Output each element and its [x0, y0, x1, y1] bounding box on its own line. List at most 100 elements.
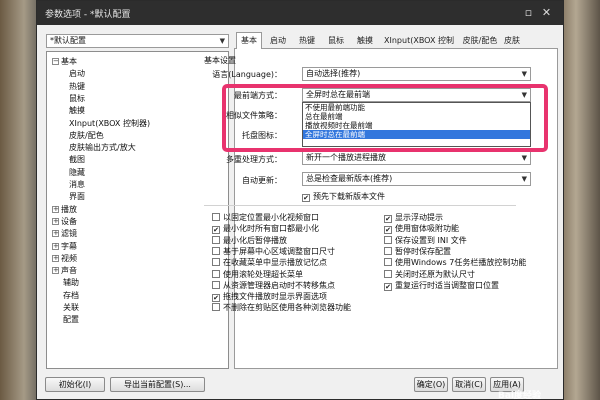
tree-item-label: 隐藏	[69, 167, 85, 177]
tree-item[interactable]: 热键	[69, 81, 85, 92]
tree-item[interactable]: 关联	[52, 302, 79, 313]
checkbox-label: 关闭时还原为默认尺寸	[395, 269, 475, 279]
collapse-icon[interactable]: −	[52, 58, 59, 65]
tree-item-label: 播放	[61, 204, 77, 214]
checkbox-label: 基于屏幕中心区域调整窗口尺寸	[223, 246, 335, 256]
checkbox-empty-icon	[212, 269, 220, 278]
tree-item[interactable]: 界面	[69, 191, 85, 202]
option-checkbox[interactable]: 最小化后暂停播放	[212, 235, 287, 246]
option-checkbox[interactable]: ✔ 重复运行时适当调整窗口位置	[384, 281, 499, 291]
language-select[interactable]: 自动选择(推荐) ▼	[302, 67, 531, 81]
tree-item[interactable]: + 声音	[52, 265, 77, 276]
tab-3[interactable]: 鼠标	[323, 34, 349, 48]
multi-process-select[interactable]: 新开一个播放进程播放 ▼	[302, 151, 531, 165]
checkbox-empty-icon	[384, 269, 392, 278]
option-checkbox[interactable]: 使用Windows 7任务栏播放控制功能	[384, 258, 526, 268]
tree-item-label: 声音	[61, 266, 77, 276]
tab-7[interactable]: 皮肤	[503, 34, 521, 48]
cancel-button[interactable]: 取消(C)	[452, 377, 486, 392]
option-checkbox[interactable]: 在收藏菜单中显示播放记忆点	[212, 258, 327, 268]
expand-icon[interactable]: +	[52, 230, 59, 238]
tab-0[interactable]: 基本	[236, 32, 262, 49]
tree-item[interactable]: + 设备	[52, 216, 77, 227]
tree-item-label: 皮肤输出方式/放大	[69, 143, 136, 153]
checkbox-check-icon: ✔	[212, 294, 220, 303]
tree-item[interactable]: 触摸	[69, 105, 85, 116]
tree-item-label: 界面	[69, 192, 85, 202]
tree-item[interactable]: + 字幕	[52, 241, 77, 252]
tree-item-label: 基本	[61, 57, 77, 66]
tab-5[interactable]: XInput(XBOX 控制器)	[381, 34, 457, 58]
tree-item-label: 截图	[69, 155, 85, 165]
option-checkbox[interactable]: ✔ 最小化时所有窗口都最小化	[212, 224, 319, 235]
tree-item[interactable]: 启动	[69, 68, 85, 79]
option-checkbox[interactable]: ✔ 显示浮动提示	[384, 213, 443, 223]
tree-item[interactable]: 隐藏	[69, 167, 85, 178]
auto-update-select[interactable]: 总是检查最新版本(推荐) ▼	[302, 172, 531, 186]
tree-item-label: 消息	[69, 180, 85, 189]
settings-tree[interactable]: − 基本 启动 热键 鼠标 触摸 XInput(XBOX 控制器) 皮肤/配色 皮肤输出方式/放…	[46, 51, 229, 369]
tree-item[interactable]: 存档	[52, 290, 79, 301]
checkbox-empty-icon	[212, 213, 220, 221]
tree-item[interactable]: XInput(XBOX 控制器)	[69, 118, 150, 129]
tab-1[interactable]: 启动	[265, 34, 291, 48]
tree-item-label: 配置	[63, 315, 79, 325]
init-button[interactable]: 初始化(I)	[45, 377, 105, 392]
option-checkbox[interactable]: 暂停时保存配置	[384, 246, 451, 257]
option-checkbox[interactable]: 关闭时还原为默认尺寸	[384, 269, 475, 280]
profile-select[interactable]: *默认配置 ▼	[46, 34, 229, 48]
option-checkbox[interactable]: 不删除在剪贴区使用各种浏览器功能	[212, 303, 351, 313]
expand-icon[interactable]: +	[52, 254, 59, 262]
option-checkbox[interactable]: ✔ 使用窗体吸附功能	[384, 224, 459, 235]
option-checkbox[interactable]: 基于屏幕中心区域调整窗口尺寸	[212, 246, 335, 257]
auto-update-select-value: 总是检查最新版本(推荐)	[306, 174, 393, 183]
chevron-down-icon: ▼	[521, 175, 527, 183]
tab-4[interactable]: 触摸	[352, 34, 378, 48]
option-checkbox[interactable]: 保存设置到 INI 文件	[384, 235, 467, 246]
export-config-button[interactable]: 导出当前配置(S)...	[110, 377, 205, 392]
tab-2[interactable]: 热键	[294, 34, 320, 48]
expand-icon[interactable]: +	[52, 205, 59, 213]
tree-item[interactable]: 配置	[52, 314, 79, 325]
checkbox-check-icon: ✔	[302, 194, 310, 202]
checkbox-empty-icon	[212, 258, 220, 267]
expand-icon[interactable]: +	[52, 217, 59, 225]
checkbox-check-icon: ✔	[384, 215, 392, 223]
tree-item[interactable]: 皮肤输出方式/放大	[69, 142, 136, 153]
title-bar[interactable]: 参数选项 - *默认配置 ▫ ✕	[37, 1, 563, 25]
tree-item[interactable]: 鼠标	[69, 93, 85, 104]
tree-item[interactable]: 截图	[69, 154, 85, 165]
tree-item-label: 鼠标	[69, 93, 85, 103]
option-checkbox[interactable]: ✔ 拖拽文件播放时显示界面选项	[212, 292, 327, 303]
tree-item[interactable]: − 基本	[52, 56, 77, 67]
restore-icon[interactable]: ▫	[522, 6, 535, 19]
divider	[204, 205, 516, 206]
language-select-value: 自动选择(推荐)	[306, 69, 361, 78]
checkbox-label: 不删除在剪贴区使用各种浏览器功能	[223, 303, 351, 313]
checkbox-empty-icon	[384, 246, 392, 255]
tree-item[interactable]: + 滤镜	[52, 228, 77, 239]
checkbox-empty-icon	[384, 258, 392, 267]
close-icon[interactable]: ✕	[540, 6, 553, 19]
expand-icon[interactable]: +	[52, 267, 59, 275]
tree-item-label: XInput(XBOX 控制器)	[69, 118, 151, 128]
checkbox-check-icon: ✔	[384, 226, 392, 235]
tree-item[interactable]: + 播放	[52, 204, 77, 215]
checkbox-label: 最小化后暂停播放	[223, 235, 287, 245]
tree-item[interactable]: + 视频	[52, 253, 77, 264]
watermark: Bai度经验	[498, 391, 542, 400]
expand-icon[interactable]: +	[52, 242, 59, 250]
tab-6[interactable]: 皮肤/配色	[460, 34, 500, 48]
tree-item-label: 热键	[69, 81, 85, 91]
option-checkbox[interactable]: 以固定位置最小化视频窗口	[212, 213, 319, 223]
tree-item-label: 皮肤/配色	[69, 130, 104, 140]
option-checkbox[interactable]: 使用滚轮处理超长菜单	[212, 269, 303, 280]
checkbox-label: 使用Windows 7任务栏播放控制功能	[395, 258, 527, 268]
tree-item[interactable]: 皮肤/配色	[69, 130, 104, 141]
predownload-checkbox[interactable]: ✔ 预先下载新版本文件	[302, 192, 385, 202]
tree-item[interactable]: 消息	[69, 179, 85, 190]
option-checkbox[interactable]: 从资源管理器启动时不转移焦点	[212, 280, 335, 291]
ok-button[interactable]: 确定(O)	[414, 377, 448, 392]
profile-select-value: *默认配置	[50, 36, 86, 45]
tree-item[interactable]: 辅助	[52, 277, 79, 288]
